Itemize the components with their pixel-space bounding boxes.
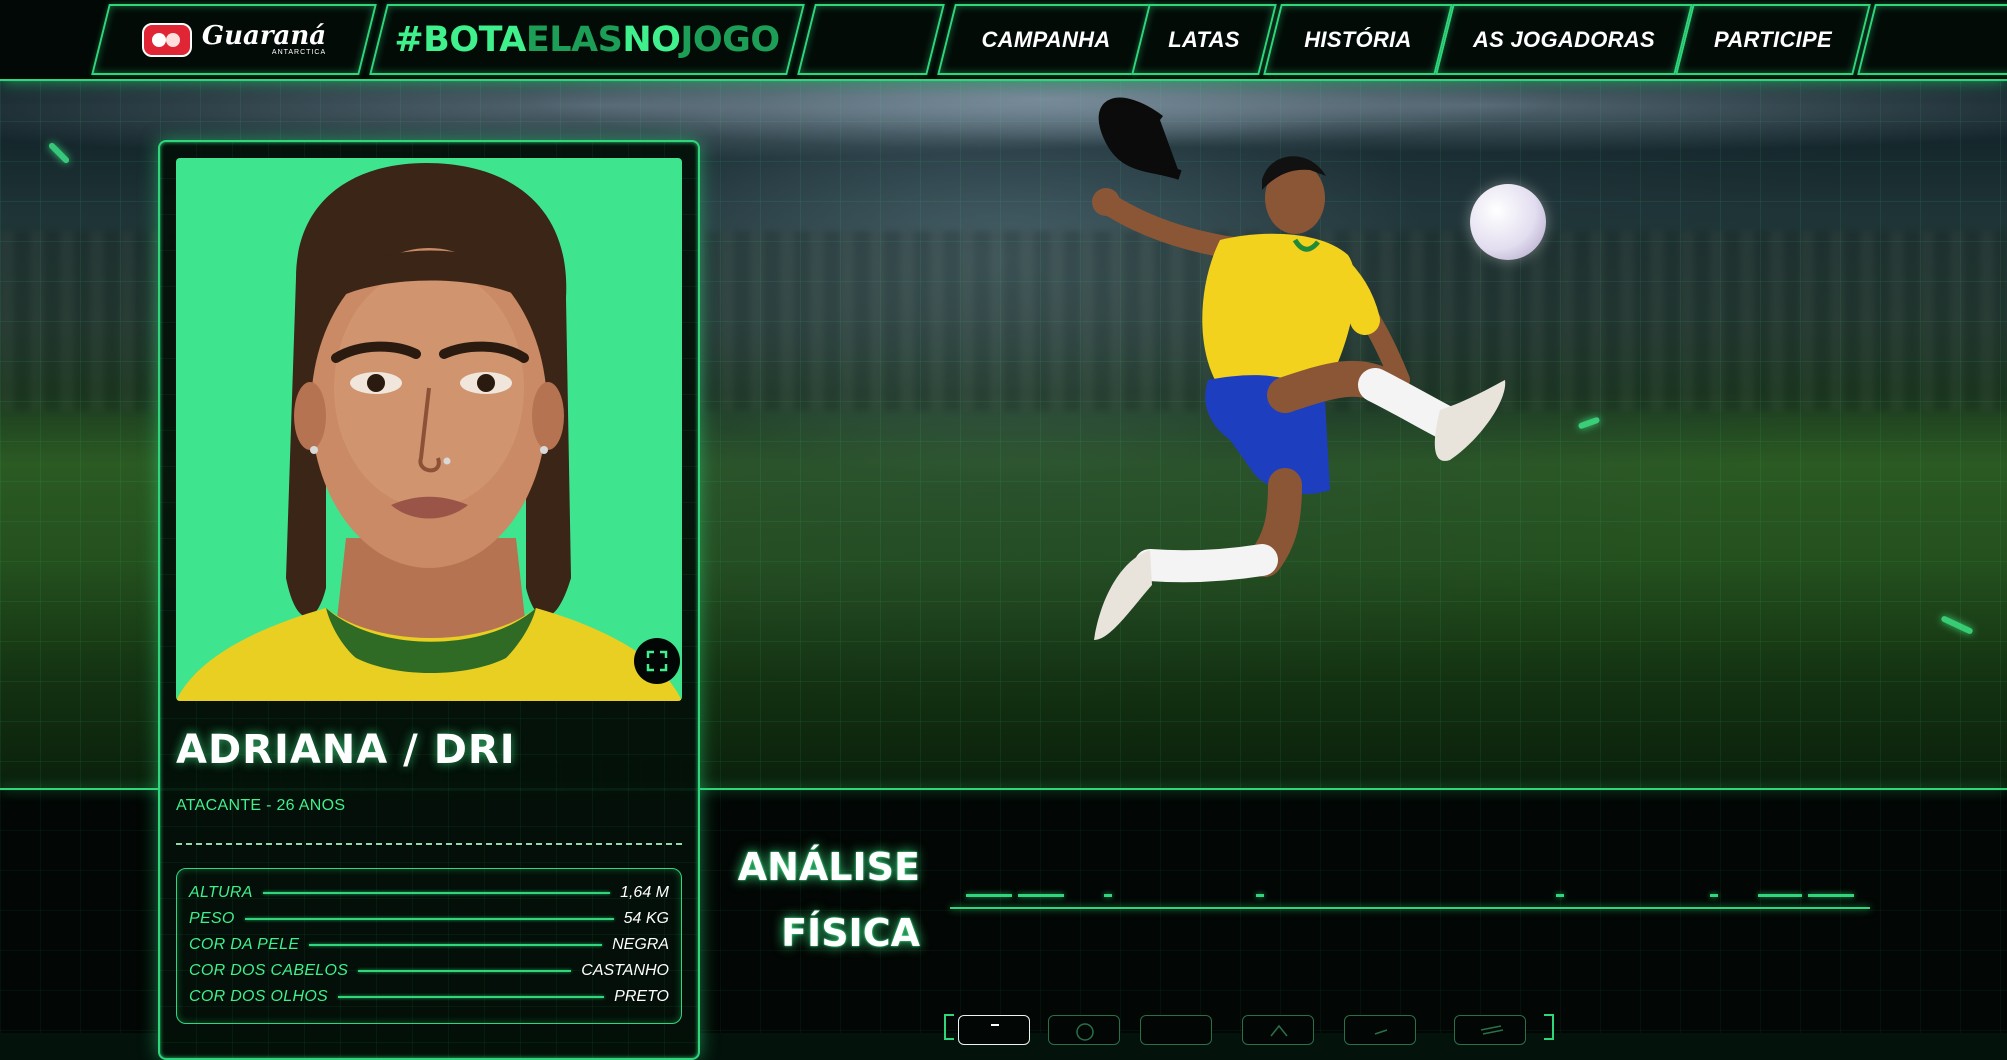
analysis-dash: [966, 894, 1012, 897]
nav-logo-segment[interactable]: Guaraná ANTARCTICA: [91, 4, 377, 75]
nav-link-latas[interactable]: LATAS: [1168, 27, 1240, 53]
analysis-divider-line: [950, 907, 1870, 909]
analysis-tab-field[interactable]: [1140, 1015, 1212, 1045]
stat-label: PESO: [189, 910, 235, 927]
stat-row-weight: PESO 54 KG: [189, 906, 669, 932]
player-role: ATACANTE - 26 ANOS: [176, 797, 346, 814]
stat-row-hair: COR DOS CABELOS CASTANHO: [189, 958, 669, 984]
stat-label: COR DA PELE: [189, 936, 300, 953]
campaign-hashtag: #BOTAELASNOJOGO: [394, 20, 779, 60]
nav-link-campanha[interactable]: CAMPANHA: [981, 27, 1110, 53]
analysis-dash: [1104, 894, 1112, 897]
analysis-dash: [1808, 894, 1854, 897]
nav-item-latas[interactable]: LATAS: [1131, 4, 1277, 75]
hashtag-part-elas: ELAS: [525, 19, 623, 60]
portrait-illustration: [176, 163, 682, 701]
nav-end-segment: [1857, 4, 2007, 75]
analysis-dash: [1018, 894, 1064, 897]
nav-link-historia[interactable]: HISTÓRIA: [1304, 27, 1412, 53]
ball-tab-icon: [1076, 1023, 1094, 1041]
player-stats-box: ALTURA 1,64 M PESO 54 KG COR DA PELE NEG…: [176, 868, 682, 1024]
nav-item-participe[interactable]: PARTICIPE: [1675, 4, 1871, 75]
logo-subtitle: ANTARCTICA: [271, 49, 327, 56]
analysis-tabs: [944, 1014, 1564, 1045]
stat-row-height: ALTURA 1,64 M: [189, 880, 669, 906]
nav-item-campanha[interactable]: CAMPANHA: [937, 4, 1155, 75]
analysis-tab-ball[interactable]: [1048, 1015, 1120, 1045]
analysis-dash: [1556, 894, 1564, 897]
stat-leader-line: [338, 996, 605, 998]
expand-portrait-button[interactable]: [634, 638, 680, 684]
player-card: ADRIANA / DRI ATACANTE - 26 ANOS ALTURA …: [158, 140, 700, 1060]
nav-link-participe[interactable]: PARTICIPE: [1714, 27, 1832, 53]
analysis-dash: [1758, 894, 1802, 897]
analysis-dash: [1256, 894, 1264, 897]
stat-leader-line: [244, 918, 614, 920]
nav-item-jogadoras[interactable]: AS JOGADORAS: [1435, 4, 1693, 75]
nav-link-jogadoras[interactable]: AS JOGADORAS: [1473, 27, 1655, 53]
run-tab-icon: [1374, 1029, 1388, 1035]
soccer-ball: [1470, 184, 1546, 260]
nav-empty-segment: [797, 4, 945, 75]
player-action-illustration: [1092, 97, 1506, 640]
nav-item-historia[interactable]: HISTÓRIA: [1263, 4, 1453, 75]
hashtag-part-jogo: JOGO: [680, 19, 780, 60]
speed-tab-icon: [1480, 1025, 1504, 1035]
stat-label: COR DOS OLHOS: [189, 988, 329, 1005]
player-portrait: [176, 158, 682, 701]
expand-icon: [646, 650, 668, 672]
logo-name: Guaraná: [201, 21, 327, 51]
stat-value: NEGRA: [612, 936, 669, 953]
hashtag-part-bota: #BOTA: [394, 19, 526, 60]
hashtag-part-no: NO: [622, 19, 681, 60]
analysis-tab-kick[interactable]: [1242, 1015, 1314, 1045]
guarana-logo[interactable]: Guaraná ANTARCTICA: [141, 21, 327, 57]
analysis-tab-body[interactable]: [958, 1015, 1030, 1045]
stat-label: COR DOS CABELOS: [189, 962, 349, 979]
guarana-fruit-icon: [141, 22, 192, 57]
stat-value: 1,64 M: [620, 884, 669, 901]
stat-row-eyes: COR DOS OLHOS PRETO: [189, 984, 669, 1010]
nav-hashtag-segment: #BOTAELASNOJOGO: [369, 4, 805, 75]
kick-tab-icon: [1270, 1024, 1288, 1037]
stat-value: CASTANHO: [581, 962, 669, 979]
field-tab-icon: [1141, 1016, 1213, 1046]
top-navigation: Guaraná ANTARCTICA #BOTAELASNOJOGO CAMPA…: [0, 0, 2007, 81]
stat-leader-line: [358, 970, 572, 972]
stat-leader-line: [262, 892, 611, 894]
dashed-divider: [176, 843, 682, 845]
body-tab-icon: [991, 1024, 999, 1026]
stat-value: 54 KG: [623, 910, 669, 927]
analysis-tab-run[interactable]: [1344, 1015, 1416, 1045]
stat-value: PRETO: [614, 988, 669, 1005]
tabs-left-bracket: [944, 1014, 954, 1040]
stat-label: ALTURA: [189, 884, 253, 901]
stat-row-skin: COR DA PELE NEGRA: [189, 932, 669, 958]
tabs-right-bracket: [1544, 1014, 1554, 1040]
analysis-tab-speed[interactable]: [1454, 1015, 1526, 1045]
player-name: ADRIANA / DRI: [176, 727, 516, 773]
analysis-dash: [1710, 894, 1718, 897]
stat-leader-line: [309, 944, 603, 946]
